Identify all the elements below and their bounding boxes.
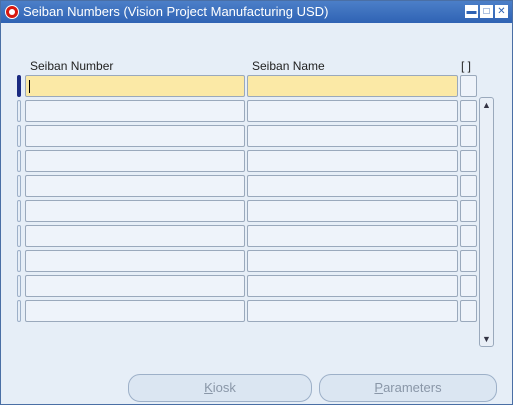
seiban-number-field[interactable] <box>25 150 245 172</box>
close-icon[interactable]: ✕ <box>495 5 508 18</box>
seiban-name-field[interactable] <box>247 225 458 247</box>
parameters-label: arameters <box>383 380 442 395</box>
seiban-name-field[interactable] <box>247 125 458 147</box>
descriptive-flexfield[interactable] <box>460 150 477 172</box>
descriptive-flexfield[interactable] <box>460 275 477 297</box>
seiban-numbers-window: Seiban Numbers (Vision Project Manufactu… <box>0 0 513 405</box>
record-indicator[interactable] <box>17 275 21 297</box>
kiosk-label: iosk <box>212 380 236 395</box>
record-indicator[interactable] <box>17 150 21 172</box>
seiban-number-field[interactable] <box>25 175 245 197</box>
record-indicator[interactable] <box>17 300 21 322</box>
seiban-name-field[interactable] <box>247 200 458 222</box>
parameters-mnemonic: P <box>374 380 384 395</box>
record-indicator[interactable] <box>17 175 21 197</box>
seiban-number-field[interactable] <box>25 225 245 247</box>
seiban-number-field[interactable] <box>25 75 245 97</box>
descriptive-flexfield[interactable] <box>460 200 477 222</box>
table-row <box>17 125 479 147</box>
descriptive-flexfield[interactable] <box>460 175 477 197</box>
record-indicator[interactable] <box>17 125 21 147</box>
seiban-number-field[interactable] <box>25 200 245 222</box>
parameters-button[interactable]: Parameters <box>319 374 497 402</box>
descriptive-flexfield[interactable] <box>460 75 477 97</box>
record-indicator[interactable] <box>17 225 21 247</box>
seiban-name-field[interactable] <box>247 100 458 122</box>
descriptive-flexfield[interactable] <box>460 300 477 322</box>
column-header-seiban-number: Seiban Number <box>30 59 114 73</box>
seiban-name-field[interactable] <box>247 250 458 272</box>
seiban-number-field[interactable] <box>25 125 245 147</box>
table-row <box>17 225 479 247</box>
record-indicator[interactable] <box>17 250 21 272</box>
scroll-down-icon[interactable]: ▼ <box>481 333 492 345</box>
vertical-scrollbar[interactable]: ▲ ▼ <box>479 97 494 347</box>
table-row <box>17 150 479 172</box>
oracle-app-icon <box>5 5 19 19</box>
table-row <box>17 100 479 122</box>
seiban-name-field[interactable] <box>247 175 458 197</box>
table-row <box>17 250 479 272</box>
record-indicator[interactable] <box>17 75 21 97</box>
record-indicator[interactable] <box>17 100 21 122</box>
record-indicator[interactable] <box>17 200 21 222</box>
maximize-icon[interactable]: □ <box>480 5 493 18</box>
seiban-name-field[interactable] <box>247 150 458 172</box>
column-header-seiban-name: Seiban Name <box>252 59 325 73</box>
seiban-number-field[interactable] <box>25 300 245 322</box>
descriptive-flexfield[interactable] <box>460 250 477 272</box>
seiban-number-field[interactable] <box>25 275 245 297</box>
seiban-number-field[interactable] <box>25 100 245 122</box>
text-cursor <box>29 80 30 93</box>
table-row <box>17 200 479 222</box>
table-row <box>17 300 479 322</box>
kiosk-mnemonic: K <box>204 380 213 395</box>
scroll-up-icon[interactable]: ▲ <box>481 99 492 111</box>
column-header-flag: [ ] <box>461 59 472 73</box>
kiosk-button[interactable]: Kiosk <box>128 374 312 402</box>
table-row <box>17 75 479 97</box>
table-row <box>17 175 479 197</box>
minimize-icon[interactable]: ▬ <box>465 5 478 18</box>
window-title: Seiban Numbers (Vision Project Manufactu… <box>23 4 329 19</box>
window-controls: ▬ □ ✕ <box>465 5 508 18</box>
seiban-number-field[interactable] <box>25 250 245 272</box>
descriptive-flexfield[interactable] <box>460 100 477 122</box>
form-body: Seiban Number Seiban Name [ ] ▲ ▼ Kiosk … <box>1 23 512 404</box>
seiban-name-field[interactable] <box>247 275 458 297</box>
descriptive-flexfield[interactable] <box>460 225 477 247</box>
table-row <box>17 275 479 297</box>
title-bar[interactable]: Seiban Numbers (Vision Project Manufactu… <box>1 1 512 23</box>
descriptive-flexfield[interactable] <box>460 125 477 147</box>
seiban-name-field[interactable] <box>247 75 458 97</box>
seiban-name-field[interactable] <box>247 300 458 322</box>
